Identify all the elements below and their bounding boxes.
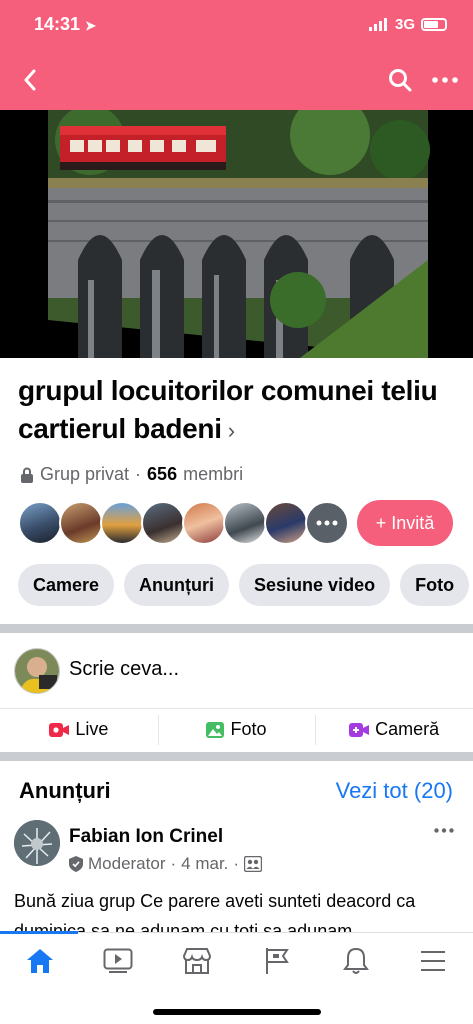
live-button[interactable]: Live (0, 709, 158, 750)
photo-button[interactable]: Foto (157, 709, 316, 750)
status-bar: 14:31 ➤ 3G (0, 0, 473, 52)
search-button[interactable] (384, 64, 416, 96)
network-type: 3G (394, 16, 415, 33)
avatar[interactable] (100, 501, 144, 545)
post-meta: Moderator · 4 mar. · (69, 854, 263, 874)
tab-anunturi[interactable]: Anunțuri (124, 564, 230, 606)
member-avatars[interactable] (18, 500, 349, 546)
active-tab-indicator (0, 931, 78, 934)
status-indicators: 3G (368, 16, 447, 33)
tab-camere[interactable]: Camere (18, 564, 115, 606)
more-options-button[interactable] (428, 64, 462, 96)
group-tabs: Camere Anunțuri Sesiune video Foto (18, 564, 470, 608)
avatar[interactable] (182, 501, 226, 545)
more-dots-icon (432, 77, 458, 83)
menu-icon (421, 951, 445, 971)
location-arrow-icon: ➤ (85, 18, 96, 33)
post-text[interactable]: Bună ziua grup Ce parere aveti sunteti d… (14, 886, 462, 938)
composer-actions: Live Foto Cameră (0, 708, 473, 750)
room-camera-icon (349, 722, 370, 737)
member-count: 656 (147, 464, 178, 484)
announcements-header: Anunțuri Vezi tot (20) (0, 778, 473, 808)
group-header-bar (0, 52, 473, 110)
more-dots-icon (434, 827, 454, 833)
tab-sesiune-video[interactable]: Sesiune video (239, 564, 391, 606)
section-divider (0, 752, 473, 761)
privacy-label: Grup privat (40, 464, 130, 484)
pages-flag-icon (266, 948, 289, 974)
meta-separator: · (233, 854, 240, 873)
avatar[interactable] (264, 501, 308, 545)
nav-notifications[interactable] (334, 943, 378, 979)
room-label: Cameră (375, 719, 440, 739)
author-photo (14, 820, 60, 866)
search-icon (389, 69, 412, 92)
invite-button[interactable]: + Invită (357, 500, 453, 546)
group-audience-icon (244, 856, 263, 872)
meta-separator: · (170, 854, 177, 873)
post-composer[interactable]: Scrie ceva... (0, 644, 473, 700)
signal-icon (368, 18, 387, 31)
back-button[interactable] (14, 64, 46, 96)
announcements-title: Anunțuri (19, 778, 111, 803)
avatar[interactable] (18, 501, 62, 545)
status-time: 14:31 ➤ (34, 14, 96, 35)
meta-separator: · (135, 464, 142, 484)
nav-menu[interactable] (411, 943, 455, 979)
live-label: Live (75, 719, 109, 739)
photo-label: Foto (230, 719, 267, 739)
group-title[interactable]: grupul locuitorilor comunei teliu cartie… (18, 372, 458, 450)
avatar[interactable] (14, 648, 60, 694)
avatar[interactable] (59, 501, 103, 545)
photo-icon (206, 721, 225, 738)
cover-image (0, 110, 473, 358)
tab-foto[interactable]: Foto (400, 564, 470, 606)
see-all-link[interactable]: Vezi tot (20) (336, 778, 453, 804)
moderator-shield-icon (69, 856, 83, 872)
room-button[interactable]: Cameră (315, 709, 473, 750)
group-cover-photo[interactable] (0, 110, 473, 358)
section-divider (0, 624, 473, 633)
group-meta: Grup privat · 656 membri (20, 464, 243, 485)
lock-icon (21, 467, 33, 483)
notifications-bell-icon (343, 947, 369, 974)
post-more-button[interactable] (429, 820, 459, 840)
avatar[interactable] (14, 820, 60, 866)
home-icon (27, 949, 53, 973)
live-video-icon (49, 722, 70, 737)
more-dots-icon (316, 520, 338, 526)
chevron-right-icon: › (227, 418, 235, 443)
invite-button-label: + Invită (375, 512, 435, 533)
chevron-left-icon (24, 69, 36, 91)
battery-icon (421, 18, 447, 31)
post-date: 4 mar. (181, 854, 229, 873)
nav-pages[interactable] (255, 943, 299, 979)
composer-input[interactable]: Scrie ceva... (69, 658, 179, 681)
more-members-avatar[interactable] (305, 501, 349, 545)
clock-text: 14:31 (34, 14, 81, 34)
marketplace-icon (182, 948, 212, 974)
nav-video[interactable] (96, 943, 140, 979)
nav-home[interactable] (18, 943, 62, 979)
nav-marketplace[interactable] (175, 943, 219, 979)
avatar[interactable] (223, 501, 267, 545)
post-author[interactable]: Fabian Ion Crinel (69, 826, 223, 848)
bottom-navigation (0, 931, 473, 1024)
post-role: Moderator (88, 854, 166, 873)
members-label: membri (183, 464, 244, 484)
avatar[interactable] (141, 501, 185, 545)
video-icon (103, 948, 133, 973)
user-photo (15, 649, 59, 693)
home-indicator (153, 1009, 321, 1015)
